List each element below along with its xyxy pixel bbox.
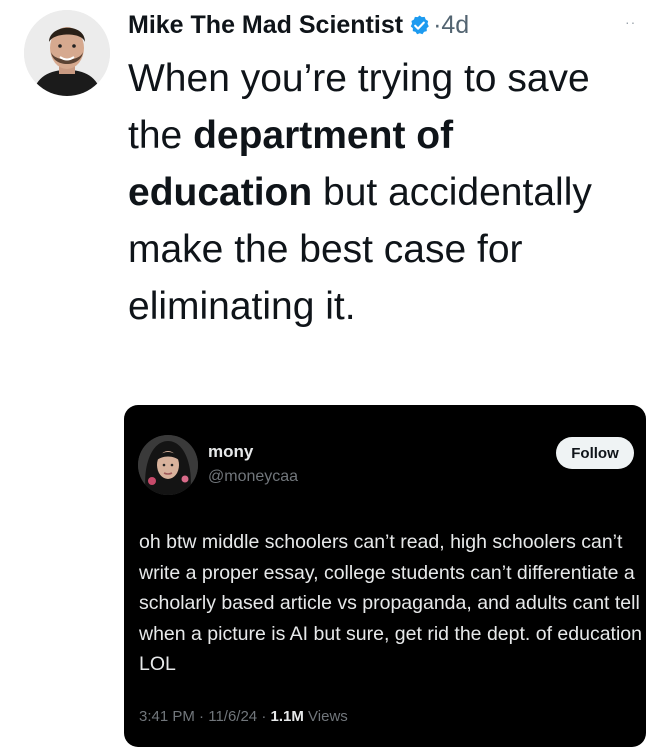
quoted-tweet-text: oh btw middle schoolers can’t read, high… — [139, 531, 642, 675]
views-label: Views — [308, 708, 348, 725]
author-avatar[interactable] — [24, 10, 110, 96]
follow-button[interactable]: Follow — [556, 437, 634, 469]
quoted-author-handle[interactable]: @moneycaa — [208, 468, 298, 486]
author-display-name[interactable]: Mike The Mad Scientist — [128, 11, 403, 40]
quoted-author-display-name[interactable]: mony — [208, 442, 253, 462]
verified-badge-icon — [408, 14, 431, 37]
quoted-tweet-time[interactable]: 3:41 PM — [139, 708, 195, 725]
quoted-tweet-card[interactable]: mony @moneycaa Follow oh btw middle scho… — [124, 405, 646, 747]
tweet-header: Mike The Mad Scientist · 4d — [128, 8, 469, 42]
tweet-time-ago[interactable]: 4d — [441, 11, 469, 40]
quoted-tweet-date[interactable]: 11/6/24 — [208, 708, 257, 725]
quoted-tweet-meta: 3:41 PM · 11/6/24 · 1.1M Views — [139, 708, 348, 725]
more-dots-icon[interactable]: ·· — [625, 14, 636, 30]
quoted-author-avatar[interactable] — [138, 435, 198, 495]
views-count: 1.1M — [270, 708, 304, 725]
tweet-text: When you’re trying to save the departmen… — [128, 50, 648, 335]
meta-separator: · — [261, 708, 267, 725]
meta-separator: · — [199, 708, 205, 725]
header-separator: · — [433, 10, 442, 39]
